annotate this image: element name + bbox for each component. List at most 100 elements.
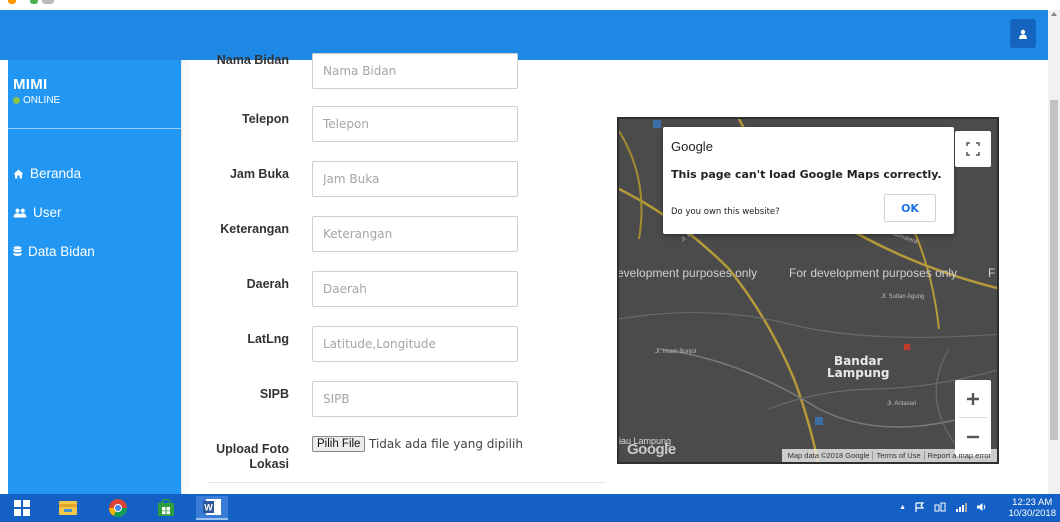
dialog-ok-button[interactable]: OK xyxy=(884,194,936,222)
form-row-upload-foto: Upload Foto Lokasi Pilih File Tidak ada … xyxy=(190,436,610,480)
field-label: Nama Bidan xyxy=(216,53,289,67)
sidebar-item-label: Data Bidan xyxy=(28,244,95,259)
zoom-control xyxy=(955,380,991,456)
field-label: Telepon xyxy=(242,112,289,126)
sipb-input[interactable] xyxy=(312,381,518,417)
report-error-link[interactable]: Report a map error xyxy=(923,451,994,460)
dialog-title: Google xyxy=(671,139,713,154)
fullscreen-icon xyxy=(966,142,980,156)
dev-watermark: For development purposes only xyxy=(789,266,958,280)
scroll-up-arrow-icon[interactable] xyxy=(1051,12,1057,16)
map-attribution: Map data ©2018 Google Terms of Use Repor… xyxy=(781,449,997,462)
google-logo: Google xyxy=(627,441,676,458)
taskbar-word[interactable]: W xyxy=(196,496,228,520)
nama-bidan-input[interactable] xyxy=(312,53,518,89)
dev-watermark: evelopment purposes only xyxy=(617,266,758,280)
form-row-keterangan: Keterangan xyxy=(190,216,610,256)
content-edge xyxy=(181,60,189,494)
field-label: Daerah xyxy=(246,277,289,291)
street-label: Jl. Antasari xyxy=(887,401,917,407)
app-icon xyxy=(30,0,38,4)
fullscreen-button[interactable] xyxy=(955,131,991,167)
page-scrollbar[interactable] xyxy=(1048,10,1060,494)
telepon-input[interactable] xyxy=(312,106,518,142)
form-divider xyxy=(208,482,606,483)
start-button[interactable] xyxy=(6,496,38,520)
network-icon[interactable] xyxy=(934,502,946,512)
svg-text:W: W xyxy=(204,503,213,513)
sidebar-item-label: User xyxy=(33,205,62,220)
map-data-text: Map data ©2018 Google xyxy=(787,451,870,460)
windows-start-icon xyxy=(14,500,30,516)
city-label: Bandar Lampung xyxy=(827,355,890,379)
form-row-sipb: SIPB xyxy=(190,381,610,421)
file-explorer-icon xyxy=(59,501,77,515)
dialog-message: This page can't load Google Maps correct… xyxy=(671,168,942,181)
system-clock[interactable]: 12:23 AM 10/30/2018 xyxy=(1008,497,1056,519)
volume-icon[interactable] xyxy=(976,502,988,512)
zoom-in-button[interactable] xyxy=(955,380,991,417)
sidebar-menu: Beranda User Data Bidan xyxy=(13,154,95,271)
system-tray: ▲ xyxy=(899,502,988,512)
status-indicator: ONLINE xyxy=(13,95,60,106)
clock-time: 12:23 AM xyxy=(1012,497,1053,508)
app-icon xyxy=(8,0,16,4)
taskbar-store[interactable] xyxy=(150,496,182,520)
tray-expand-icon[interactable]: ▲ xyxy=(899,504,906,511)
taskbar-file-explorer[interactable] xyxy=(52,496,84,520)
app-icon xyxy=(42,0,54,4)
jam-buka-input[interactable] xyxy=(312,161,518,197)
form-row-daerah: Daerah xyxy=(190,271,610,311)
user-menu-button[interactable] xyxy=(1010,19,1036,48)
field-label: Jam Buka xyxy=(229,167,289,181)
field-label: Keterangan xyxy=(220,222,289,236)
word-icon: W xyxy=(203,499,221,515)
user-name: MIMI xyxy=(13,76,48,93)
data-bidan-form: Nama Bidan Telepon Jam Buka Keterangan D… xyxy=(190,53,610,494)
minus-icon xyxy=(967,435,979,438)
clock-date: 10/30/2018 xyxy=(1008,508,1056,519)
field-label: Upload Foto Lokasi xyxy=(190,442,289,472)
database-icon xyxy=(13,246,22,256)
daerah-input[interactable] xyxy=(312,271,518,307)
plus-icon xyxy=(967,392,979,405)
street-label: Jl. Sultan Agung xyxy=(881,294,925,300)
street-label: Jl. Imam Bonjol xyxy=(655,349,697,355)
status-label: ONLINE xyxy=(23,95,61,106)
sidebar-item-user[interactable]: User xyxy=(13,193,95,232)
form-row-nama-bidan: Nama Bidan xyxy=(190,53,610,93)
map-error-dialog: Google This page can't load Google Maps … xyxy=(663,127,954,234)
sidebar-item-beranda[interactable]: Beranda xyxy=(13,154,95,193)
signal-icon[interactable] xyxy=(955,502,967,512)
taskbar-chrome[interactable] xyxy=(102,496,134,520)
upload-label-line2: Lokasi xyxy=(249,457,289,471)
user-icon xyxy=(1019,29,1027,39)
flag-icon[interactable] xyxy=(915,502,925,512)
windows-taskbar: W ▲ 12:23 AM 10/30/2018 xyxy=(0,494,1060,522)
form-row-latlng: LatLng xyxy=(190,326,610,366)
home-icon xyxy=(13,169,24,178)
terms-link[interactable]: Terms of Use xyxy=(872,451,923,460)
browser-top-strip xyxy=(0,0,1060,10)
form-row-telepon: Telepon xyxy=(190,106,610,146)
online-dot-icon xyxy=(13,97,20,104)
form-row-jam-buka: Jam Buka xyxy=(190,161,610,201)
sidebar: MIMI ONLINE Beranda User Data Bidan xyxy=(8,60,181,494)
keterangan-input[interactable] xyxy=(312,216,518,252)
field-label: LatLng xyxy=(247,332,289,346)
sidebar-item-data-bidan[interactable]: Data Bidan xyxy=(13,232,95,271)
scroll-thumb[interactable] xyxy=(1050,100,1058,440)
city-label-line2: Lampung xyxy=(827,366,890,380)
chrome-icon xyxy=(109,499,127,518)
choose-file-button[interactable]: Pilih File xyxy=(312,436,366,452)
users-icon xyxy=(13,208,27,217)
sidebar-divider xyxy=(8,128,181,129)
field-label: SIPB xyxy=(259,387,289,401)
upload-label-line1: Upload Foto xyxy=(216,442,289,456)
user-panel: MIMI ONLINE xyxy=(13,76,60,106)
dialog-question: Do you own this website? xyxy=(671,207,780,217)
sidebar-item-label: Beranda xyxy=(30,166,82,181)
store-icon xyxy=(158,499,174,516)
google-map[interactable]: Jl. Lintas Sumatera Jl. Pramuka Jl. Zain… xyxy=(617,117,999,464)
latlng-input[interactable] xyxy=(312,326,518,362)
